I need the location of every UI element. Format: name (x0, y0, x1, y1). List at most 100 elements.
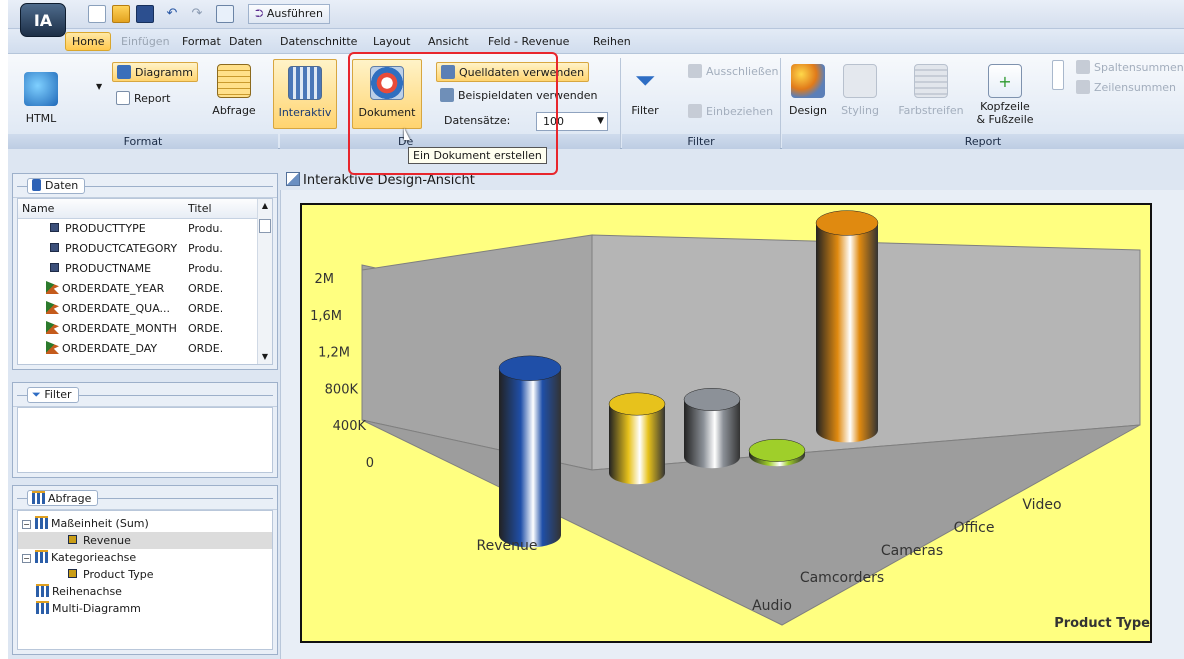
date-dimension-icon (46, 301, 59, 314)
tree-item-label: Reihenachse (52, 585, 122, 598)
save-icon[interactable] (136, 5, 154, 23)
interaktiv-button[interactable]: Interaktiv (273, 59, 337, 129)
kopfzeile-button[interactable]: + Kopfzeile & Fußzeile (968, 64, 1042, 126)
tree-item-label: Product Type (83, 568, 154, 581)
column-header-titel[interactable]: Titel (188, 199, 222, 219)
field-title: ORDE... (188, 322, 222, 335)
tab-format[interactable]: Format (182, 35, 221, 48)
dimension-icon (50, 263, 59, 272)
canvas-title-text: Interaktive Design-Ansicht (303, 173, 475, 188)
chart-container[interactable]: 0 400K 800K 1,2M 1,6M 2M Audio Camcorders Camera… (300, 203, 1152, 643)
field-name: PRODUCTCATEGORY (22, 239, 187, 259)
filter-panel-title[interactable]: ⏷ Filter (27, 387, 79, 403)
tree-item[interactable]: Multi-Diagramm (18, 600, 272, 617)
query-panel-title[interactable]: Abfrage (27, 490, 99, 506)
collapse-icon[interactable]: − (22, 554, 31, 563)
scroll-down-icon[interactable]: ▼ (258, 350, 272, 364)
table-row[interactable]: ORDERDATE_DAY ORDE... (18, 339, 272, 359)
y-tick-label: 1,2M (318, 346, 350, 361)
bar-chart-icon (36, 584, 49, 597)
field-title: Produ... (188, 242, 222, 255)
filter-label: Filter (631, 104, 659, 117)
styling-icon (843, 64, 877, 98)
run-button[interactable]: ⮊ Ausführen (248, 4, 330, 24)
styling-button[interactable]: Styling (836, 64, 884, 117)
bar-chart-icon (36, 601, 49, 614)
scrollbar[interactable]: ▲ ▼ (257, 199, 272, 364)
scroll-thumb[interactable] (259, 219, 271, 233)
diagramm-button[interactable]: Diagramm (112, 62, 198, 82)
table-header: Name Titel (18, 199, 272, 219)
undo-icon[interactable]: ↶ (163, 5, 181, 23)
ausschliessen-label: Ausschließen (706, 65, 779, 78)
tab-feld-revenue[interactable]: Feld - Revenue (488, 35, 569, 48)
fusszeile-label: & Fußzeile (976, 113, 1034, 126)
dropdown-arrow-icon[interactable]: ▼ (96, 82, 102, 91)
y-tick-label: 2M (315, 272, 335, 287)
einbeziehen-button[interactable]: Einbeziehen (684, 102, 777, 122)
field-name-text: PRODUCTNAME (65, 262, 152, 275)
table-row[interactable]: ORDERDATE_MONTH ORDE... (18, 319, 272, 339)
field-name-text: PRODUCTCATEGORY (65, 242, 178, 255)
ausschliessen-button[interactable]: Ausschließen (684, 62, 783, 82)
field-name-text: PRODUCTTYPE (65, 222, 146, 235)
preview-icon[interactable] (216, 5, 234, 23)
field-name: ORDERDATE_QUA... (22, 299, 187, 319)
data-panel-header: Daten (13, 174, 277, 198)
table-row[interactable]: ORDERDATE_QUA... ORDE... (18, 299, 272, 319)
tab-daten[interactable]: Daten (229, 35, 262, 48)
tree-item[interactable]: Reihenachse (18, 583, 272, 600)
run-icon: ⮊ (255, 7, 267, 20)
filter-panel: ⏷ Filter (12, 382, 278, 478)
report-button[interactable]: Report (112, 89, 174, 109)
dimension-icon (50, 223, 59, 232)
filter-list[interactable] (17, 407, 273, 473)
bar-top-video (815, 210, 879, 236)
new-icon[interactable] (88, 5, 106, 23)
query-panel-title-text: Abfrage (48, 492, 92, 505)
tree-item[interactable]: Revenue (18, 532, 272, 549)
tab-einfuegen[interactable]: Einfügen (121, 35, 170, 48)
scroll-up-icon[interactable]: ▲ (258, 199, 272, 213)
open-icon[interactable] (112, 5, 130, 23)
tab-datenschnitte[interactable]: Datenschnitte (280, 35, 357, 48)
abfrage-label: Abfrage (212, 104, 256, 117)
tab-ansicht[interactable]: Ansicht (428, 35, 469, 48)
bar-top-audio (498, 355, 562, 381)
tree-item[interactable]: Product Type (18, 566, 272, 583)
app-logo[interactable]: IA (20, 3, 66, 37)
date-dimension-icon (46, 281, 59, 294)
y-tick-label: 400K (333, 419, 367, 434)
database-icon (32, 179, 41, 191)
design-button[interactable]: Design (784, 64, 832, 117)
filter-panel-header: ⏷ Filter (13, 383, 277, 407)
styling-label: Styling (841, 104, 879, 117)
tab-reihen[interactable]: Reihen (593, 35, 631, 48)
table-row[interactable]: ORDERDATE_YEAR ORDE... (18, 279, 272, 299)
spaltensummen-button[interactable]: Spaltensummen (1072, 58, 1184, 78)
filter-panel-title-text: Filter (44, 388, 72, 401)
data-panel-title[interactable]: Daten (27, 178, 86, 194)
zeilensummen-button[interactable]: Zeilensummen (1072, 78, 1180, 98)
tab-layout[interactable]: Layout (373, 35, 410, 48)
table-row[interactable]: PRODUCTCATEGORY Produ... (18, 239, 272, 259)
field-name: ORDERDATE_YEAR (22, 279, 187, 299)
design-view-icon (286, 172, 300, 186)
tree-item[interactable]: − Kategorieachse (18, 549, 272, 566)
tree-item[interactable]: − Maßeinheit (Sum) (18, 515, 272, 532)
redo-icon[interactable]: ↷ (188, 5, 206, 23)
table-row[interactable]: PRODUCTTYPE Produ... (18, 219, 272, 239)
tab-home[interactable]: Home (65, 32, 112, 51)
query-icon (217, 64, 251, 98)
abfrage-button[interactable]: Abfrage (204, 64, 264, 117)
farbstreifen-button[interactable]: Farbstreifen (896, 64, 966, 117)
query-tree: − Maßeinheit (Sum) Revenue − Kategorieachse P… (17, 510, 273, 650)
group-label-filter: Filter (622, 134, 780, 149)
table-row[interactable]: PRODUCTNAME Produ... (18, 259, 272, 279)
field-name-text: ORDERDATE_QUA... (62, 302, 171, 315)
column-header-name[interactable]: Name (22, 199, 187, 219)
filter-button[interactable]: ⏷ Filter (623, 64, 667, 118)
html-button[interactable]: HTML (18, 72, 64, 125)
collapse-icon[interactable]: − (22, 520, 31, 529)
ribbon-scroll[interactable] (1052, 60, 1064, 90)
